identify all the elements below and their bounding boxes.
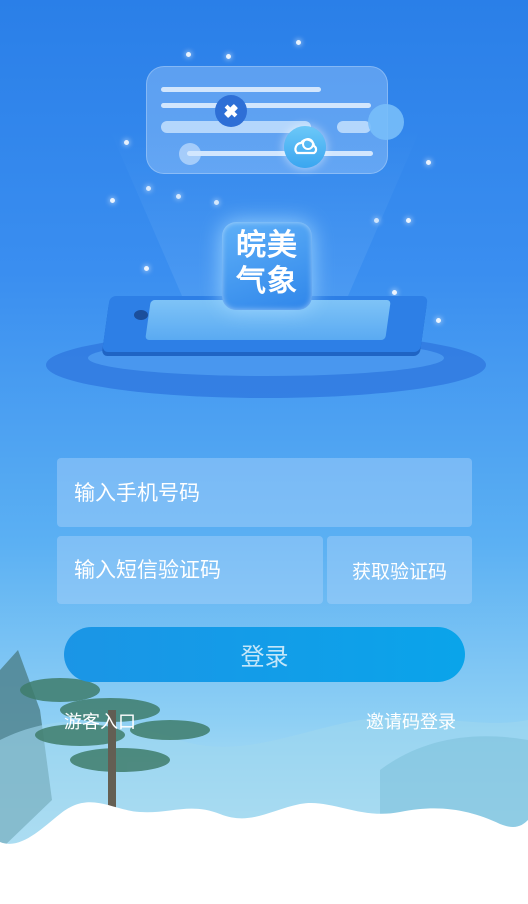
star-decoration (296, 40, 301, 45)
card-pill (337, 121, 371, 133)
star-decoration (226, 54, 231, 59)
card-line (161, 87, 321, 92)
get-code-button[interactable]: 获取验证码 (327, 536, 472, 604)
star-decoration (144, 266, 149, 271)
sms-code-input[interactable] (72, 535, 323, 605)
star-decoration (436, 318, 441, 323)
card-dot (368, 104, 404, 140)
card-dot (179, 143, 201, 165)
hero-illustration: 皖美 气象 (0, 0, 528, 420)
invite-code-login-link[interactable]: 邀请码登录 (366, 708, 456, 734)
logo-text-line1: 皖美 (236, 228, 298, 263)
login-button[interactable]: 登录 (64, 627, 465, 682)
card-line (161, 103, 371, 108)
phone-camera (134, 310, 148, 320)
star-decoration (406, 218, 411, 223)
logo-text-line2: 气象 (236, 264, 298, 299)
star-decoration (426, 160, 431, 165)
card-line (187, 151, 373, 156)
phone-number-field[interactable] (57, 457, 472, 528)
star-decoration (110, 198, 115, 203)
star-decoration (186, 52, 191, 57)
phone-number-input[interactable] (72, 457, 472, 528)
hologram-card (146, 66, 388, 174)
guest-entry-link[interactable]: 游客入口 (64, 708, 136, 734)
satellite-icon (215, 95, 247, 127)
cloud-footer (0, 802, 528, 904)
sms-code-field[interactable] (57, 535, 323, 605)
weather-cloud-sun-icon (284, 126, 326, 168)
app-logo: 皖美 气象 (222, 222, 312, 310)
star-decoration (392, 290, 397, 295)
